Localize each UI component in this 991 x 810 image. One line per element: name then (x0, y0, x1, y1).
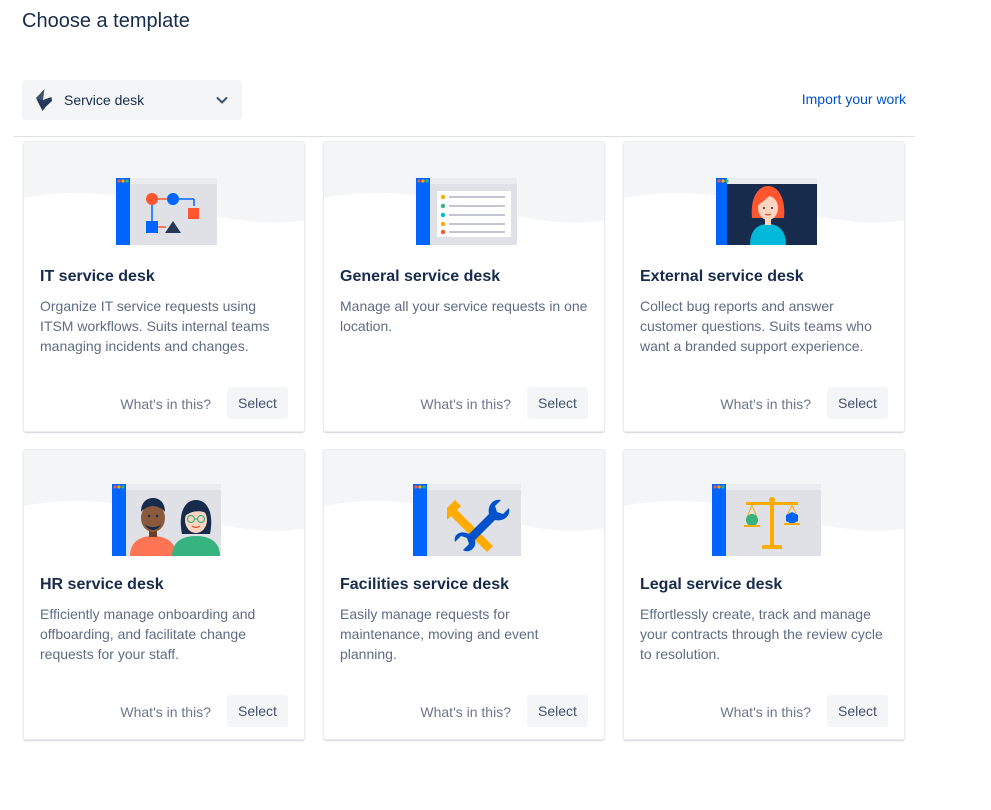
template-title: Legal service desk (640, 576, 783, 593)
whats-in-this-link[interactable]: What's in this? (720, 396, 811, 412)
template-title: HR service desk (40, 576, 164, 593)
template-card-hr[interactable]: HR service desk Efficiently manage onboa… (23, 449, 305, 740)
people-icon (112, 484, 221, 556)
template-description: Collect bug reports and answer customer … (640, 298, 872, 354)
import-your-work-link[interactable]: Import your work (802, 91, 906, 107)
jira-service-desk-logo-icon (36, 89, 52, 111)
select-button[interactable]: Select (227, 695, 288, 727)
template-card-legal[interactable]: Legal service desk Effortlessly create, … (623, 449, 905, 740)
support-agent-icon (716, 178, 817, 245)
select-button[interactable]: Select (227, 387, 288, 419)
workflow-diagram-icon (116, 178, 217, 245)
template-title: IT service desk (40, 268, 155, 285)
chevron-down-icon (216, 97, 228, 104)
select-button[interactable]: Select (827, 387, 888, 419)
divider (14, 136, 915, 137)
template-card-external[interactable]: External service desk Collect bug report… (623, 141, 905, 432)
template-card-it[interactable]: IT service desk Organize IT service requ… (23, 141, 305, 432)
template-title: Facilities service desk (340, 576, 509, 593)
select-button[interactable]: Select (527, 695, 588, 727)
select-button[interactable]: Select (827, 695, 888, 727)
template-description: Manage all your service requests in one … (340, 298, 588, 334)
whats-in-this-link[interactable]: What's in this? (420, 704, 511, 720)
template-category-dropdown[interactable]: Service desk (22, 80, 242, 120)
template-description: Effortlessly create, track and manage yo… (640, 606, 883, 662)
template-title: General service desk (340, 268, 501, 285)
tools-icon (413, 484, 521, 556)
scales-icon (712, 484, 821, 556)
whats-in-this-link[interactable]: What's in this? (420, 396, 511, 412)
whats-in-this-link[interactable]: What's in this? (120, 704, 211, 720)
template-card-facilities[interactable]: Facilities service desk Easily manage re… (323, 449, 605, 740)
whats-in-this-link[interactable]: What's in this? (120, 396, 211, 412)
select-button[interactable]: Select (527, 387, 588, 419)
page-title: Choose a template (22, 10, 190, 32)
request-list-icon (416, 178, 517, 245)
template-card-general[interactable]: General service desk Manage all your ser… (323, 141, 605, 432)
whats-in-this-link[interactable]: What's in this? (720, 704, 811, 720)
template-title: External service desk (640, 268, 804, 285)
template-description: Organize IT service requests using ITSM … (40, 298, 270, 354)
dropdown-selected-value: Service desk (64, 92, 145, 108)
template-description: Efficiently manage onboarding and offboa… (40, 606, 256, 662)
template-description: Easily manage requests for maintenance, … (340, 606, 539, 662)
